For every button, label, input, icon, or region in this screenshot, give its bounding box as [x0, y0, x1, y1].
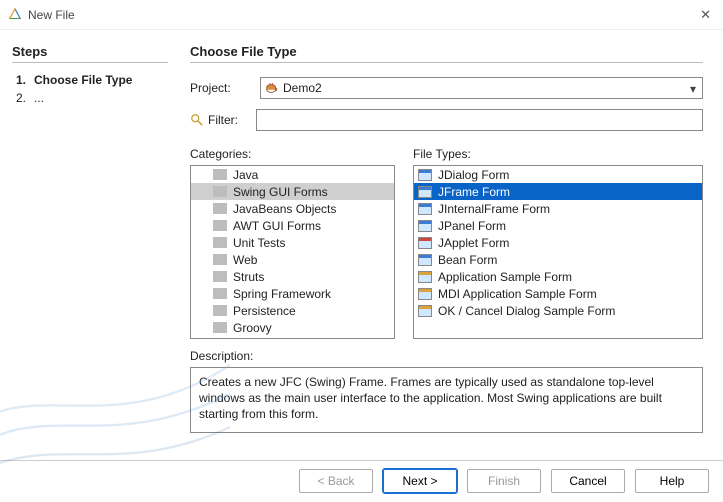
- category-item[interactable]: Java: [191, 166, 394, 183]
- filter-row: Filter:: [190, 109, 703, 131]
- project-value: Demo2: [283, 81, 322, 95]
- filetype-item[interactable]: JInternalFrame Form: [414, 200, 702, 217]
- categories-label: Categories:: [190, 147, 395, 161]
- form-icon: [418, 169, 432, 181]
- form-icon: [418, 305, 432, 317]
- wizard-content: Steps 1.Choose File Type 2.... Choose Fil…: [0, 30, 723, 460]
- step-item: 2....: [16, 91, 168, 105]
- step-item: 1.Choose File Type: [16, 73, 168, 87]
- form-icon: [418, 237, 432, 249]
- filetype-item[interactable]: MDI Application Sample Form: [414, 285, 702, 302]
- window-title: New File: [28, 8, 696, 22]
- chevron-down-icon: ▾: [690, 82, 696, 96]
- lists-row: Categories: JavaSwing GUI FormsJavaBeans…: [190, 147, 703, 339]
- category-item[interactable]: Swing GUI Forms: [191, 183, 394, 200]
- help-button[interactable]: Help: [635, 469, 709, 493]
- filetype-item[interactable]: Application Sample Form: [414, 268, 702, 285]
- description-label: Description:: [190, 349, 703, 363]
- category-item[interactable]: Web: [191, 251, 394, 268]
- steps-list: 1.Choose File Type 2....: [12, 73, 168, 105]
- form-icon: [418, 254, 432, 266]
- categories-column: Categories: JavaSwing GUI FormsJavaBeans…: [190, 147, 395, 339]
- filetype-item[interactable]: JDialog Form: [414, 166, 702, 183]
- titlebar: New File ✕: [0, 0, 723, 30]
- project-label: Project:: [190, 81, 260, 95]
- next-button[interactable]: Next >: [383, 469, 457, 493]
- back-button[interactable]: < Back: [299, 469, 373, 493]
- coffee-cup-icon: [265, 81, 279, 95]
- filter-input[interactable]: [256, 109, 703, 131]
- form-icon: [418, 288, 432, 300]
- folder-icon: [213, 271, 227, 282]
- folder-icon: [213, 322, 227, 333]
- finish-button[interactable]: Finish: [467, 469, 541, 493]
- project-select[interactable]: Demo2 ▾: [260, 77, 703, 99]
- button-bar: < Back Next > Finish Cancel Help: [0, 460, 723, 500]
- folder-icon: [213, 254, 227, 265]
- categories-listbox[interactable]: JavaSwing GUI FormsJavaBeans ObjectsAWT …: [190, 165, 395, 339]
- category-item[interactable]: Struts: [191, 268, 394, 285]
- folder-icon: [213, 220, 227, 231]
- filetypes-label: File Types:: [413, 147, 703, 161]
- folder-icon: [213, 169, 227, 180]
- form-icon: [418, 220, 432, 232]
- folder-icon: [213, 186, 227, 197]
- folder-icon: [213, 237, 227, 248]
- folder-icon: [213, 288, 227, 299]
- close-icon[interactable]: ✕: [696, 7, 715, 23]
- app-icon: [8, 8, 22, 22]
- category-item[interactable]: Unit Tests: [191, 234, 394, 251]
- filetype-item[interactable]: OK / Cancel Dialog Sample Form: [414, 302, 702, 319]
- form-icon: [418, 186, 432, 198]
- filter-label: Filter:: [208, 113, 256, 127]
- filetypes-column: File Types: JDialog FormJFrame FormJInte…: [413, 147, 703, 339]
- steps-heading: Steps: [12, 44, 168, 63]
- filetype-item[interactable]: Bean Form: [414, 251, 702, 268]
- category-item[interactable]: Spring Framework: [191, 285, 394, 302]
- filetype-item[interactable]: JApplet Form: [414, 234, 702, 251]
- form-icon: [418, 203, 432, 215]
- description-box: Creates a new JFC (Swing) Frame. Frames …: [190, 367, 703, 433]
- wizard-heading: Choose File Type: [190, 44, 703, 63]
- category-item[interactable]: Persistence: [191, 302, 394, 319]
- category-item[interactable]: AWT GUI Forms: [191, 217, 394, 234]
- search-icon: [190, 113, 204, 127]
- folder-icon: [213, 305, 227, 316]
- category-item[interactable]: JavaBeans Objects: [191, 200, 394, 217]
- main-panel: Choose File Type Project: Demo2 ▾ Filter…: [180, 30, 723, 460]
- filetypes-listbox[interactable]: JDialog FormJFrame FormJInternalFrame Fo…: [413, 165, 703, 339]
- project-row: Project: Demo2 ▾: [190, 77, 703, 99]
- filetype-item[interactable]: JPanel Form: [414, 217, 702, 234]
- filetype-item[interactable]: JFrame Form: [414, 183, 702, 200]
- category-item[interactable]: Groovy: [191, 319, 394, 336]
- steps-panel: Steps 1.Choose File Type 2....: [0, 30, 180, 460]
- cancel-button[interactable]: Cancel: [551, 469, 625, 493]
- folder-icon: [213, 203, 227, 214]
- form-icon: [418, 271, 432, 283]
